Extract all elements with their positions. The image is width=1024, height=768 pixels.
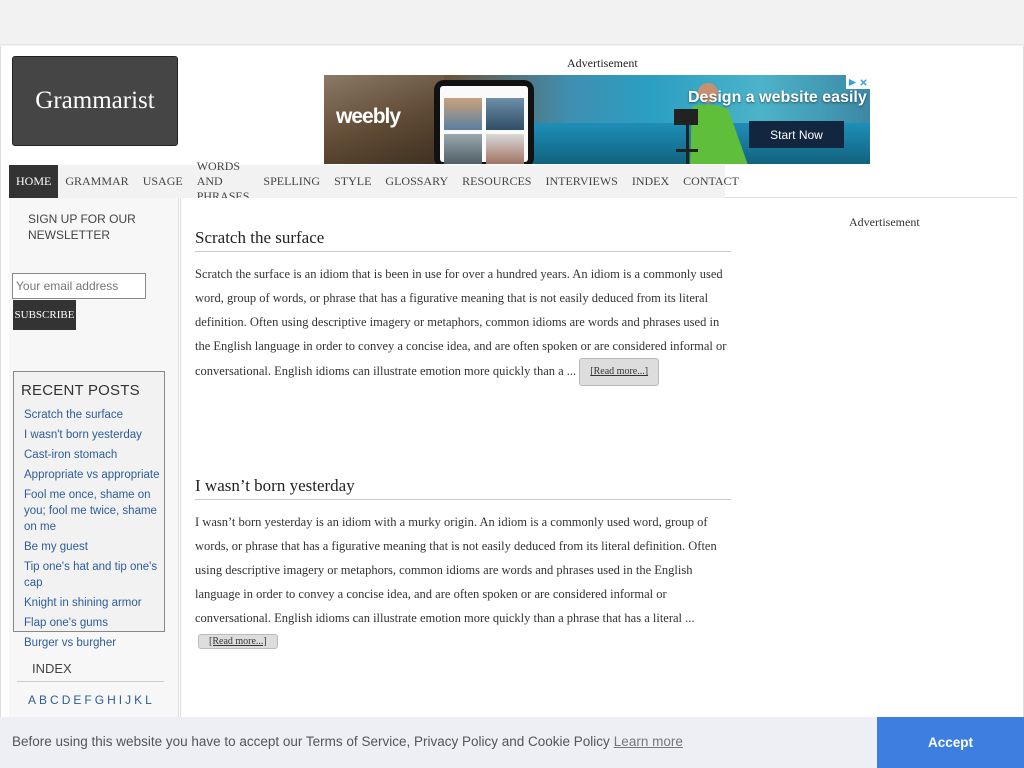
index-letter-link[interactable]: D — [62, 693, 71, 707]
index-letter-link[interactable]: G — [95, 693, 104, 707]
recent-post-link[interactable]: Knight in shining armor — [24, 595, 162, 611]
sidebar-ad-label: Advertisement — [849, 215, 920, 229]
main-nav: HOME GRAMMAR USAGE WORDS AND PHRASES SPE… — [9, 159, 1017, 203]
nav-item-contact[interactable]: CONTACT — [676, 165, 746, 198]
nav-list: HOME GRAMMAR USAGE WORDS AND PHRASES SPE… — [9, 159, 739, 203]
index-letter-link[interactable]: C — [50, 693, 59, 707]
recent-posts-list: Scratch the surface I wasn't born yester… — [24, 407, 164, 651]
nav-item-words-and-phrases[interactable]: WORDS AND PHRASES — [190, 159, 257, 203]
index-title: INDEX — [32, 661, 72, 676]
recent-post-link[interactable]: Appropriate vs appropriate — [24, 467, 162, 483]
post-i-wasnt-born-yesterday: I wasn’t born yesterday I wasn’t born ye… — [195, 476, 731, 650]
nav-item-resources[interactable]: RESOURCES — [455, 165, 538, 198]
header-ad-banner[interactable]: weebly Design a website easily Start Now — [324, 75, 870, 164]
recent-post-link[interactable]: I wasn't born yesterday — [24, 427, 162, 443]
index-divider — [17, 681, 164, 682]
recent-post-link[interactable]: Flap one's gums — [24, 615, 162, 631]
index-letter-link[interactable]: B — [39, 693, 47, 707]
read-more-link[interactable]: [Read more...] — [579, 358, 660, 386]
index-letter-link[interactable]: L — [145, 693, 152, 707]
post-title[interactable]: I wasn’t born yesterday — [195, 476, 731, 500]
ad-choices-icon[interactable] — [846, 75, 870, 89]
index-letter-link[interactable]: I — [119, 693, 122, 707]
index-letters: A B C D E F G H I J K L — [28, 693, 152, 707]
recent-post-link[interactable]: Tip one's hat and tip one's cap — [24, 559, 162, 591]
recent-post-link[interactable]: Be my guest — [24, 539, 162, 555]
cookie-message-text: Before using this website you have to ac… — [12, 734, 610, 749]
ad-close-icon — [860, 78, 867, 86]
nav-item-glossary[interactable]: GLOSSARY — [378, 165, 455, 198]
nav-item-home[interactable]: HOME — [9, 165, 59, 198]
learn-more-link[interactable]: Learn more — [614, 734, 683, 749]
index-letter-link[interactable]: E — [73, 693, 81, 707]
page-container: Grammarist Advertisement weebly Design a… — [0, 46, 1024, 768]
read-more-link[interactable]: [Read more...] — [198, 633, 278, 649]
browser-top-strip — [0, 0, 1024, 45]
post-title[interactable]: Scratch the surface — [195, 228, 731, 252]
nav-item-usage[interactable]: USAGE — [136, 165, 190, 198]
ad-headline: Design a website easily — [688, 89, 867, 106]
ad-tablet-image — [434, 80, 534, 164]
nav-item-spelling[interactable]: SPELLING — [256, 165, 327, 198]
nav-item-grammar[interactable]: GRAMMAR — [58, 165, 135, 198]
accept-cookies-button[interactable]: Accept — [877, 717, 1024, 768]
ad-start-now-button[interactable]: Start Now — [749, 121, 844, 148]
recent-post-link[interactable]: Scratch the surface — [24, 407, 162, 423]
site-logo[interactable]: Grammarist — [12, 56, 178, 146]
nav-item-style[interactable]: STYLE — [327, 165, 378, 198]
recent-post-link[interactable]: Cast-iron stomach — [24, 447, 162, 463]
nav-item-interviews[interactable]: INTERVIEWS — [538, 165, 624, 198]
header-ad-label: Advertisement — [567, 56, 638, 70]
ad-info-icon — [848, 78, 857, 86]
nav-item-index[interactable]: INDEX — [625, 165, 676, 198]
index-letter-link[interactable]: K — [134, 693, 142, 707]
index-letter-link[interactable]: J — [125, 693, 131, 707]
index-letter-link[interactable]: A — [28, 693, 36, 707]
post-excerpt-text: I wasn’t born yesterday is an idiom with… — [195, 515, 717, 625]
cookie-banner: Before using this website you have to ac… — [0, 717, 1024, 768]
sidebar: SIGN UP FOR OUR NEWSLETTER SUBSCRIBE REC… — [9, 198, 179, 768]
subscribe-button[interactable]: SUBSCRIBE — [13, 300, 76, 330]
post-scratch-the-surface: Scratch the surface Scratch the surface … — [195, 228, 731, 386]
recent-posts-widget: RECENT POSTS Scratch the surface I wasn'… — [13, 371, 165, 649]
logo-text: Grammarist — [35, 87, 155, 114]
index-letter-link[interactable]: F — [84, 693, 91, 707]
recent-post-link[interactable]: Fool me once, shame on you; fool me twic… — [24, 487, 162, 535]
recent-posts-title: RECENT POSTS — [21, 382, 140, 399]
index-letter-link[interactable]: H — [107, 693, 116, 707]
newsletter-email-input[interactable] — [12, 273, 146, 299]
cookie-message: Before using this website you have to ac… — [12, 734, 683, 749]
newsletter-signup-label: SIGN UP FOR OUR NEWSLETTER — [28, 212, 136, 242]
recent-post-link[interactable]: Burger vs burgher — [24, 635, 162, 651]
post-excerpt: I wasn’t born yesterday is an idiom with… — [195, 510, 727, 630]
ad-brand: weebly — [336, 105, 401, 128]
main-content: Scratch the surface Scratch the surface … — [180, 198, 1017, 768]
post-excerpt: Scratch the surface is an idiom that is … — [195, 262, 727, 386]
